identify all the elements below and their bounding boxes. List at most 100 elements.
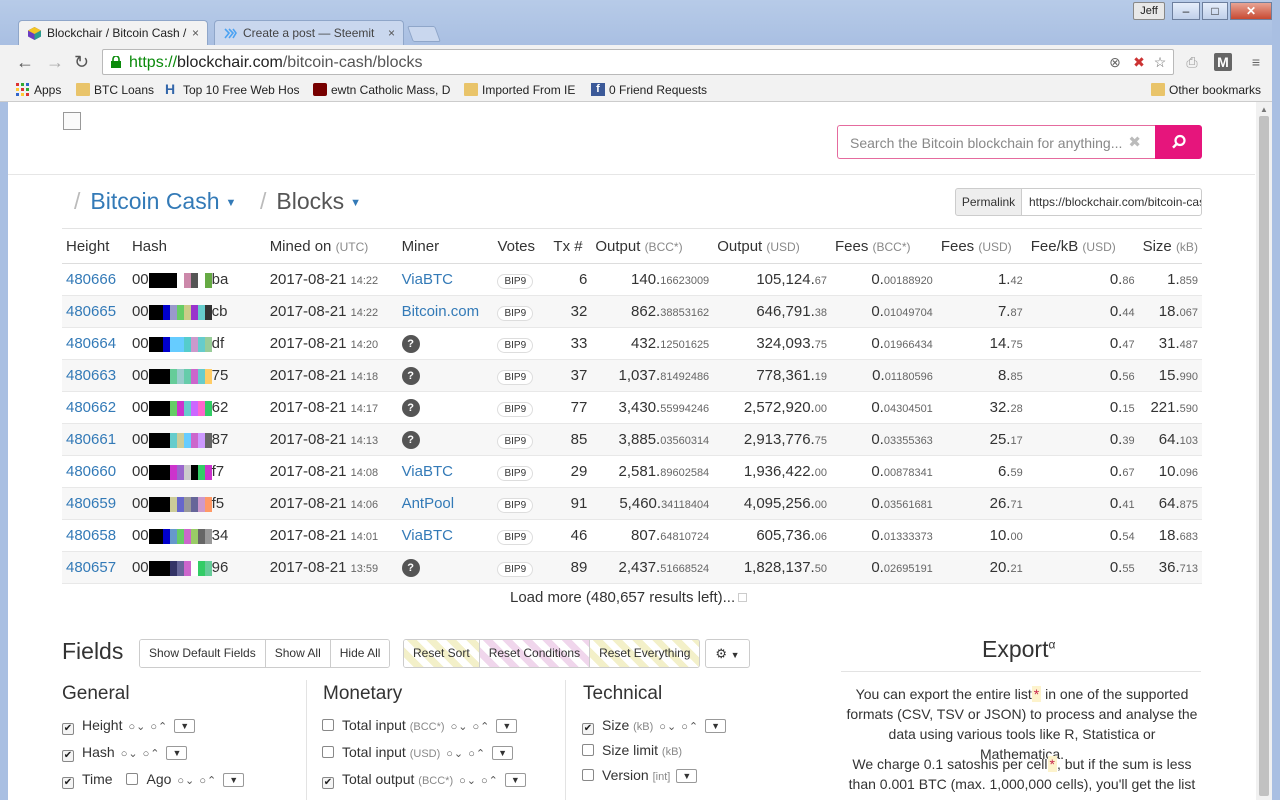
- hide-all-button[interactable]: Hide All: [330, 640, 390, 667]
- checkbox[interactable]: ✔: [62, 723, 74, 735]
- vote-badge[interactable]: BIP9: [497, 369, 534, 385]
- vote-badge[interactable]: BIP9: [497, 497, 534, 513]
- col-fees-bcc[interactable]: Fees (BCC*): [830, 228, 937, 264]
- search-input[interactable]: Search the Bitcoin blockchain for anythi…: [837, 125, 1155, 159]
- filter-icon[interactable]: ▼: [705, 719, 726, 733]
- block-height-link[interactable]: 480660: [62, 455, 128, 488]
- close-window-button[interactable]: ✕: [1230, 2, 1272, 20]
- menu-icon[interactable]: ≡: [1247, 53, 1265, 71]
- sort-controls[interactable]: ○⌄ ○⌃: [446, 748, 486, 760]
- col-miner[interactable]: Miner: [397, 228, 494, 264]
- checkbox[interactable]: [582, 744, 594, 756]
- filter-icon[interactable]: ▼: [504, 773, 526, 787]
- new-tab-button[interactable]: [407, 26, 441, 42]
- address-bar[interactable]: https://blockchair.com/bitcoin-cash/bloc…: [102, 49, 1174, 75]
- block-height-link[interactable]: 480658: [62, 519, 128, 552]
- filter-icon[interactable]: ▼: [174, 719, 196, 733]
- sort-controls[interactable]: ○⌄ ○⌃: [659, 721, 699, 733]
- checkbox[interactable]: [322, 719, 334, 731]
- permalink-input[interactable]: https://blockchair.com/bitcoin-cash/bloc…: [1021, 188, 1202, 216]
- scroll-up-icon[interactable]: ▲: [1260, 105, 1268, 114]
- bookmark-facebook[interactable]: f 0 Friend Requests: [591, 82, 707, 98]
- show-all-button[interactable]: Show All: [265, 640, 331, 667]
- tab-close-icon[interactable]: ×: [388, 21, 395, 45]
- block-height-link[interactable]: 480659: [62, 487, 128, 520]
- page-scrollbar[interactable]: ▲: [1256, 102, 1272, 800]
- sort-controls[interactable]: ○⌄ ○⌃: [459, 775, 499, 787]
- reset-conditions-button[interactable]: Reset Conditions: [479, 640, 591, 667]
- clear-search-icon[interactable]: ✖: [1128, 133, 1141, 151]
- checkbox[interactable]: [126, 773, 139, 785]
- breadcrumb-chain[interactable]: / Bitcoin Cash ▼: [74, 188, 236, 215]
- checkbox[interactable]: [582, 769, 594, 781]
- filter-icon[interactable]: ▼: [223, 773, 245, 787]
- unknown-miner-icon[interactable]: ?: [401, 367, 420, 385]
- load-more-link[interactable]: Load more (480,657 results left)...: [510, 589, 748, 606]
- settings-dropdown-button[interactable]: ⚙ ▼: [705, 639, 750, 668]
- block-height-link[interactable]: 480661: [62, 423, 128, 456]
- unknown-miner-icon[interactable]: ?: [401, 335, 420, 353]
- block-height-link[interactable]: 480664: [62, 327, 128, 360]
- bookmark-apps[interactable]: Apps: [16, 82, 61, 98]
- forward-icon[interactable]: →: [46, 52, 64, 72]
- col-votes[interactable]: Votes: [493, 228, 550, 264]
- col-feekb[interactable]: Fee/kB (USD): [1026, 228, 1139, 264]
- sort-controls[interactable]: ○⌄ ○⌃: [177, 775, 217, 787]
- col-output-bcc[interactable]: Output (BCC*): [591, 228, 714, 264]
- checkbox[interactable]: ✔: [62, 750, 74, 762]
- tab-steemit[interactable]: Create a post — Steemit ×: [214, 20, 404, 45]
- filter-icon[interactable]: ▼: [496, 719, 518, 733]
- vote-badge[interactable]: BIP9: [497, 337, 534, 353]
- col-tx[interactable]: Tx #: [549, 228, 592, 264]
- checkbox[interactable]: ✔: [582, 723, 594, 735]
- tab-blockchair[interactable]: Blockchair / Bitcoin Cash / ×: [18, 20, 208, 45]
- reload-icon[interactable]: ↻: [74, 52, 89, 72]
- reset-sort-button[interactable]: Reset Sort: [404, 640, 480, 667]
- blocked-cookie-icon[interactable]: ⊗: [1106, 53, 1124, 71]
- user-profile-button[interactable]: Jeff: [1133, 2, 1165, 20]
- blocked-popup-icon[interactable]: ✖: [1130, 53, 1148, 71]
- vote-badge[interactable]: BIP9: [497, 273, 534, 289]
- bookmark-btc-loans[interactable]: BTC Loans: [76, 82, 154, 98]
- breadcrumb-section[interactable]: / Blocks ▼: [260, 188, 361, 215]
- unknown-miner-icon[interactable]: ?: [401, 399, 420, 417]
- filter-icon[interactable]: ▼: [676, 769, 698, 783]
- sort-controls[interactable]: ○⌄ ○⌃: [451, 721, 491, 733]
- sort-controls[interactable]: ○⌄ ○⌃: [128, 721, 168, 733]
- unknown-miner-icon[interactable]: ?: [401, 559, 420, 577]
- vote-badge[interactable]: BIP9: [497, 561, 534, 577]
- other-bookmarks[interactable]: Other bookmarks: [1151, 82, 1261, 98]
- col-size[interactable]: Size (kB): [1138, 228, 1202, 264]
- vote-badge[interactable]: BIP9: [497, 401, 534, 417]
- reset-everything-button[interactable]: Reset Everything: [590, 640, 700, 667]
- miner-link[interactable]: AntPool: [402, 495, 455, 512]
- miner-link[interactable]: ViaBTC: [402, 271, 453, 288]
- col-hash[interactable]: Hash: [127, 228, 266, 264]
- block-height-link[interactable]: 480662: [62, 391, 128, 424]
- checkbox[interactable]: [322, 746, 334, 758]
- pdf-extension-icon[interactable]: ⎙: [1183, 53, 1201, 71]
- col-height[interactable]: Height: [62, 228, 128, 264]
- block-height-link[interactable]: 480665: [62, 295, 128, 328]
- scrollbar-thumb[interactable]: [1259, 116, 1269, 796]
- vote-badge[interactable]: BIP9: [497, 465, 534, 481]
- block-height-link[interactable]: 480663: [62, 359, 128, 392]
- bookmark-star-icon[interactable]: ☆: [1151, 53, 1169, 71]
- checkbox[interactable]: ✔: [322, 777, 334, 789]
- chevron-down-icon[interactable]: ▼: [350, 197, 361, 209]
- miner-link[interactable]: Bitcoin.com: [402, 303, 480, 320]
- block-height-link[interactable]: 480666: [62, 263, 128, 296]
- vote-badge[interactable]: BIP9: [497, 305, 534, 321]
- filter-icon[interactable]: ▼: [492, 746, 513, 760]
- checkbox[interactable]: ✔: [62, 777, 74, 789]
- show-default-fields-button[interactable]: Show Default Fields: [140, 640, 266, 667]
- vote-badge[interactable]: BIP9: [497, 529, 534, 545]
- bookmark-top10[interactable]: H Top 10 Free Web Hos: [165, 82, 300, 98]
- miner-link[interactable]: ViaBTC: [402, 527, 453, 544]
- col-fees-usd[interactable]: Fees (USD): [936, 228, 1027, 264]
- maximize-button[interactable]: □: [1202, 2, 1228, 20]
- back-icon[interactable]: ←: [16, 52, 34, 72]
- bookmark-imported-ie[interactable]: Imported From IE: [464, 82, 575, 98]
- m-extension-icon[interactable]: M: [1214, 53, 1232, 71]
- block-height-link[interactable]: 480657: [62, 551, 128, 584]
